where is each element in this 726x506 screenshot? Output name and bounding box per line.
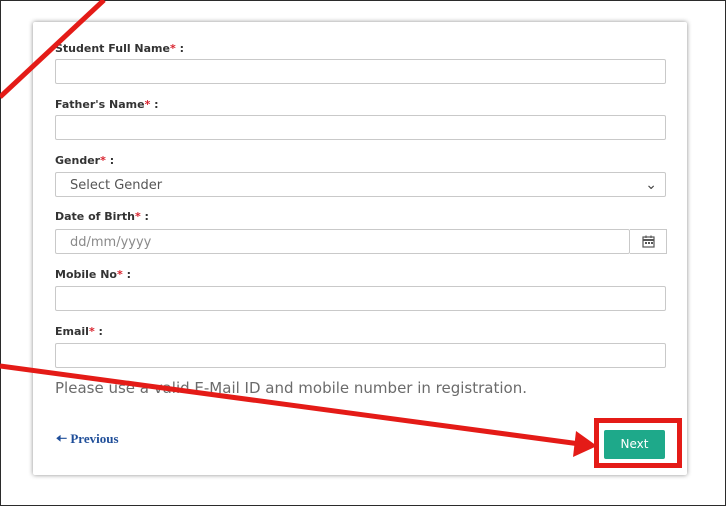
annotation-arrow-top — [0, 0, 106, 99]
annotation-arrowhead — [573, 431, 597, 457]
annotation-arrow-main — [0, 363, 581, 447]
annotation-arrows — [0, 0, 597, 457]
